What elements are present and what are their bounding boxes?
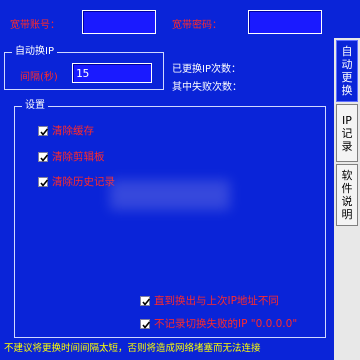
checkmark-icon: [40, 153, 49, 162]
interval-label: 间隔(秒): [20, 72, 58, 83]
clear-cache-checkbox[interactable]: 清除缓存: [38, 123, 94, 138]
checkmark-icon: [142, 320, 151, 329]
clear-history-label: 清除历史记录: [52, 176, 115, 188]
tab-software-info[interactable]: 软件说明: [336, 164, 358, 226]
skip-failed-ip-label: 不记录切换失败的IP "0.0.0.0": [154, 318, 298, 330]
checkbox-box[interactable]: [38, 125, 49, 136]
checkbox-box[interactable]: [140, 295, 151, 306]
tab-auto-change[interactable]: 自动更换: [336, 40, 358, 102]
settings-group-title: 设置: [22, 100, 48, 112]
blurred-area: [110, 180, 230, 210]
until-different-ip-label: 直到换出与上次IP地址不同: [154, 295, 279, 307]
checkmark-icon: [142, 297, 151, 306]
clear-clipboard-label: 清除剪辑板: [52, 151, 105, 163]
account-label: 宽带账号：: [10, 20, 60, 31]
checkbox-box[interactable]: [38, 151, 49, 162]
auto-ip-group-title: 自动换IP: [12, 46, 57, 58]
clear-history-checkbox[interactable]: 清除历史记录: [38, 174, 115, 189]
interval-field[interactable]: [72, 63, 152, 83]
clear-cache-label: 清除缓存: [52, 125, 94, 137]
checkbox-box[interactable]: [140, 318, 151, 329]
tab-ip-records[interactable]: IP记录: [336, 104, 358, 162]
until-different-ip-checkbox[interactable]: 直到换出与上次IP地址不同: [140, 293, 279, 308]
checkmark-icon: [40, 127, 49, 136]
checkmark-icon: [40, 178, 49, 187]
password-field[interactable]: [248, 10, 322, 34]
tab-software-info-label: 软件说明: [341, 169, 353, 221]
password-label: 宽带密码：: [172, 20, 222, 31]
checkbox-box[interactable]: [38, 176, 49, 187]
failed-count-label: 其中失败次数：: [172, 82, 242, 93]
clear-clipboard-checkbox[interactable]: 清除剪辑板: [38, 149, 105, 164]
account-field[interactable]: [82, 10, 156, 34]
footer-warning: 不建议将更换时间间隔太短，否则将造成网络堵塞而无法连接: [4, 343, 261, 354]
tab-auto-change-label: 自动更换: [341, 45, 353, 97]
skip-failed-ip-checkbox[interactable]: 不记录切换失败的IP "0.0.0.0": [140, 316, 297, 331]
changed-count-label: 已更换IP次数：: [172, 64, 241, 75]
tab-ip-records-label: IP记录: [341, 113, 353, 153]
